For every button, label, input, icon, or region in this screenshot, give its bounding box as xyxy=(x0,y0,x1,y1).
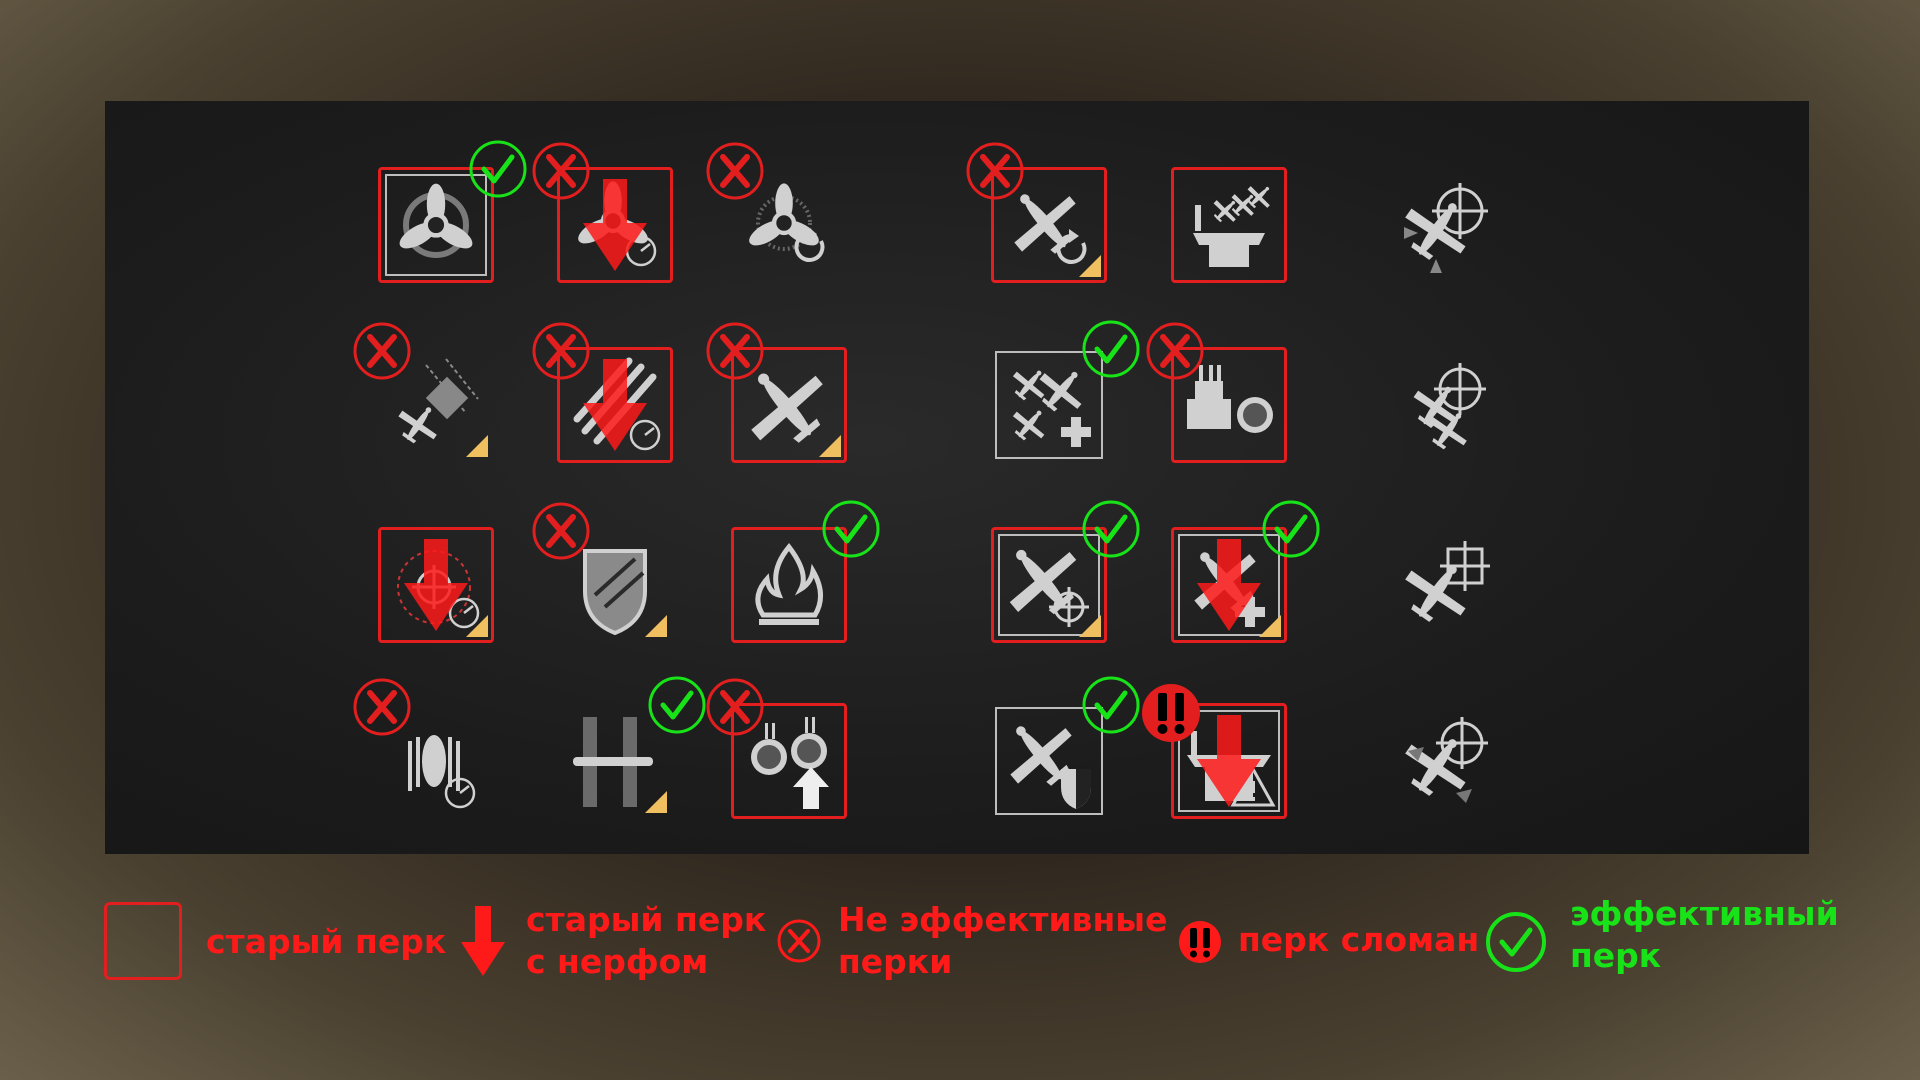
legend-old-perk-swatch xyxy=(104,902,182,980)
perk-shield-rockets[interactable] xyxy=(532,502,673,643)
perk-aa-upgrade[interactable] xyxy=(706,678,847,819)
perk-planes-crosshair[interactable] xyxy=(1388,347,1504,463)
check-circle-icon xyxy=(1082,500,1140,558)
x-circle-icon xyxy=(706,142,764,200)
perk-plane-crosshair[interactable] xyxy=(1388,167,1504,283)
perk-bomb-speed[interactable] xyxy=(353,678,494,819)
legend-old-perk-label: старый перк xyxy=(206,922,447,961)
perk-plane-boost-crosshair[interactable] xyxy=(1388,703,1504,819)
perk-propeller-timer[interactable] xyxy=(532,142,673,283)
check-circle-icon xyxy=(1486,912,1546,972)
x-circle-icon xyxy=(706,322,764,380)
x-circle-icon xyxy=(532,502,590,560)
corner-triangle-icon xyxy=(1259,615,1281,637)
perk-carrier-warning[interactable] xyxy=(1142,684,1287,819)
legend-broken-label: перк сломан xyxy=(1238,920,1480,959)
legend-ineffective-label-1: Не эффективные xyxy=(838,900,1168,939)
check-circle-icon xyxy=(822,500,880,558)
x-circle-icon xyxy=(532,322,590,380)
corner-triangle-icon xyxy=(1079,255,1101,277)
check-circle-icon xyxy=(1262,500,1320,558)
plane-crosshair-icon xyxy=(1404,183,1488,273)
x-circle-icon xyxy=(353,322,411,380)
check-circle-icon xyxy=(1082,676,1140,734)
legend-effective-label-1: эффективный xyxy=(1570,894,1839,933)
perk-plane-drop[interactable] xyxy=(353,322,494,463)
perk-panel xyxy=(105,101,1809,854)
x-circle-icon xyxy=(966,142,1024,200)
plane-square-sight-icon xyxy=(1405,541,1490,622)
double-exclamation-icon xyxy=(1142,684,1200,742)
corner-triangle-icon xyxy=(819,435,841,457)
check-circle-icon xyxy=(469,140,527,198)
x-circle-icon xyxy=(777,919,821,963)
perk-plane-heal[interactable] xyxy=(1171,500,1320,643)
corner-triangle-icon xyxy=(466,435,488,457)
corner-triangle-icon xyxy=(1079,615,1101,637)
perk-attack-plane[interactable] xyxy=(706,322,847,463)
corner-triangle-icon xyxy=(645,615,667,637)
perk-target-timer[interactable] xyxy=(378,527,494,643)
perk-carrier-planes[interactable] xyxy=(1171,167,1287,283)
perk-propeller-reload[interactable] xyxy=(706,142,847,283)
perk-plane-target[interactable] xyxy=(991,500,1140,643)
perk-plane-square-sight[interactable] xyxy=(1388,527,1504,643)
perk-propeller-cycle[interactable] xyxy=(378,140,527,283)
double-exclamation-icon xyxy=(1179,921,1221,963)
x-circle-icon xyxy=(1146,322,1204,380)
perk-fire[interactable] xyxy=(731,500,880,643)
check-circle-icon xyxy=(648,676,706,734)
planes-crosshair-icon xyxy=(1413,363,1486,450)
corner-triangle-icon xyxy=(466,615,488,637)
plane-boost-crosshair-icon xyxy=(1405,717,1488,803)
perk-torpedo[interactable] xyxy=(557,676,706,819)
perk-aa-guns[interactable] xyxy=(1146,322,1287,463)
legend-effective-label-2: перк xyxy=(1570,936,1662,975)
perk-plane-shield[interactable] xyxy=(991,676,1140,819)
down-arrow-icon xyxy=(461,906,505,976)
carrier-planes-icon xyxy=(1193,186,1270,267)
perk-plane-reload[interactable] xyxy=(966,142,1107,283)
legend-ineffective-label-2: перки xyxy=(838,942,953,981)
x-circle-icon xyxy=(706,678,764,736)
corner-triangle-icon xyxy=(645,791,667,813)
legend-nerfed-label-2: с нерфом xyxy=(526,942,709,981)
perk-squadron-plus[interactable] xyxy=(991,320,1140,463)
check-circle-icon xyxy=(1082,320,1140,378)
x-circle-icon xyxy=(532,142,590,200)
x-circle-icon xyxy=(353,678,411,736)
legend-nerfed-label-1: старый перк xyxy=(526,900,767,939)
perk-rockets-speed[interactable] xyxy=(532,322,673,463)
